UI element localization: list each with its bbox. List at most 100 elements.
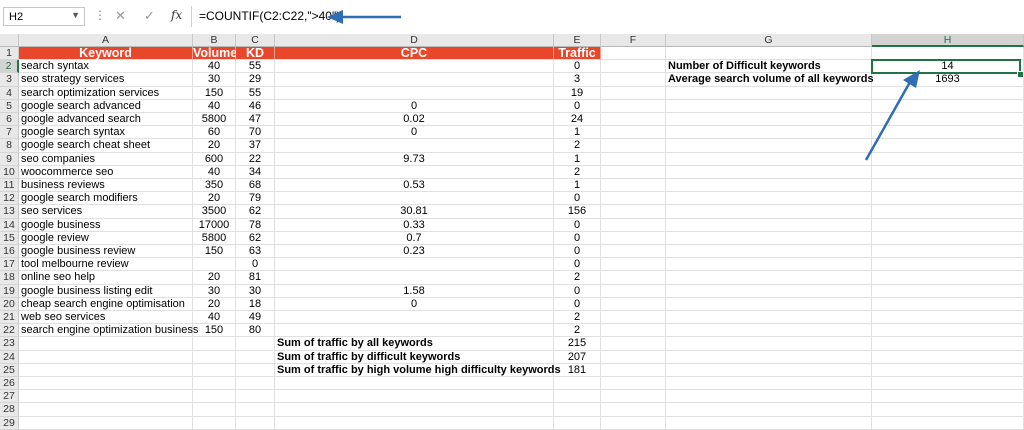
- cell-volume[interactable]: 30: [193, 73, 236, 87]
- cell-volume[interactable]: 17000: [193, 218, 236, 232]
- check-icon[interactable]: ✓: [144, 8, 155, 24]
- cell-volume[interactable]: 150: [193, 245, 236, 259]
- row-header-2[interactable]: 2: [0, 60, 19, 74]
- cell[interactable]: [554, 403, 601, 417]
- cell[interactable]: [872, 205, 1024, 219]
- cell[interactable]: [872, 377, 1024, 391]
- cell[interactable]: [236, 350, 275, 364]
- cell-kd[interactable]: 37: [236, 139, 275, 153]
- cell[interactable]: [601, 416, 666, 430]
- cell-keyword[interactable]: search engine optimization business: [19, 324, 198, 338]
- row-header-22[interactable]: 22: [0, 324, 19, 338]
- row-header-25[interactable]: 25: [0, 363, 19, 377]
- cell-cpc[interactable]: 0.23: [275, 245, 554, 259]
- cell[interactable]: [872, 363, 1024, 377]
- cell[interactable]: [601, 363, 666, 377]
- cell-kd[interactable]: 79: [236, 192, 275, 206]
- cell[interactable]: [666, 99, 872, 113]
- cell[interactable]: [601, 139, 666, 153]
- row-header-16[interactable]: 16: [0, 245, 19, 259]
- cell[interactable]: [601, 113, 666, 127]
- cell[interactable]: [666, 152, 872, 166]
- cell[interactable]: [601, 86, 666, 100]
- cell[interactable]: [666, 324, 872, 338]
- cell[interactable]: [601, 60, 666, 74]
- cell[interactable]: [666, 192, 872, 206]
- cell-cpc[interactable]: [275, 192, 554, 206]
- cell-traffic[interactable]: 0: [554, 218, 601, 232]
- row-header-18[interactable]: 18: [0, 271, 19, 285]
- cell[interactable]: [193, 363, 236, 377]
- cell-traffic[interactable]: 0: [554, 245, 601, 259]
- cell[interactable]: [601, 284, 666, 298]
- row-header-14[interactable]: 14: [0, 218, 19, 232]
- name-box[interactable]: H2 ▼: [3, 7, 85, 26]
- row-header-15[interactable]: 15: [0, 231, 19, 245]
- cell[interactable]: [666, 139, 872, 153]
- stat-label[interactable]: Average search volume of all keywords: [666, 73, 874, 87]
- cell[interactable]: [236, 390, 275, 404]
- cell-keyword[interactable]: search syntax: [19, 60, 193, 74]
- cell-kd[interactable]: 55: [236, 60, 275, 74]
- cell-cpc[interactable]: 9.73: [275, 152, 554, 166]
- summary-label[interactable]: Sum of traffic by all keywords: [275, 337, 554, 351]
- cell[interactable]: [19, 350, 193, 364]
- cell-volume[interactable]: 5800: [193, 113, 236, 127]
- cell-keyword[interactable]: google business listing edit: [19, 284, 193, 298]
- select-all-corner[interactable]: [0, 34, 19, 47]
- cell-cpc[interactable]: [275, 165, 554, 179]
- cell-kd[interactable]: 34: [236, 165, 275, 179]
- cell[interactable]: [872, 403, 1024, 417]
- cell-keyword[interactable]: seo services: [19, 205, 193, 219]
- cell-kd[interactable]: 63: [236, 245, 275, 259]
- cell-kd[interactable]: 78: [236, 218, 275, 232]
- cell-kd[interactable]: 55: [236, 86, 275, 100]
- cell[interactable]: [872, 271, 1024, 285]
- cell-kd[interactable]: 47: [236, 113, 275, 127]
- cell[interactable]: [236, 363, 275, 377]
- cell-volume[interactable]: 5800: [193, 231, 236, 245]
- cell-volume[interactable]: 20: [193, 192, 236, 206]
- cell-volume[interactable]: 600: [193, 152, 236, 166]
- summary-label[interactable]: Sum of traffic by high volume high diffi…: [275, 363, 561, 377]
- cell[interactable]: [601, 297, 666, 311]
- cell-cpc[interactable]: [275, 258, 554, 272]
- cell[interactable]: [666, 258, 872, 272]
- fill-handle[interactable]: [1017, 71, 1024, 79]
- cell-cpc[interactable]: 0: [275, 126, 554, 140]
- cell[interactable]: [601, 324, 666, 338]
- cell-kd[interactable]: 81: [236, 271, 275, 285]
- cell[interactable]: [872, 192, 1024, 206]
- formula-input[interactable]: =COUNTIF(C2:C22,">40"): [199, 9, 340, 23]
- cell-traffic[interactable]: 2: [554, 324, 601, 338]
- cell-keyword[interactable]: seo strategy services: [19, 73, 193, 87]
- cell[interactable]: [193, 337, 236, 351]
- cell[interactable]: [193, 377, 236, 391]
- cell[interactable]: [666, 284, 872, 298]
- row-header-27[interactable]: 27: [0, 390, 19, 404]
- cell[interactable]: [601, 165, 666, 179]
- cell-traffic[interactable]: 24: [554, 113, 601, 127]
- cell-cpc[interactable]: [275, 324, 554, 338]
- cell[interactable]: [666, 337, 872, 351]
- row-header-11[interactable]: 11: [0, 179, 19, 193]
- row-header-28[interactable]: 28: [0, 403, 19, 417]
- row-header-19[interactable]: 19: [0, 284, 19, 298]
- cell[interactable]: [193, 390, 236, 404]
- cell[interactable]: [601, 205, 666, 219]
- row-header-17[interactable]: 17: [0, 258, 19, 272]
- cell[interactable]: [601, 271, 666, 285]
- cell-traffic[interactable]: 0: [554, 60, 601, 74]
- cell-volume[interactable]: 60: [193, 126, 236, 140]
- cell-traffic[interactable]: 156: [554, 205, 601, 219]
- cell[interactable]: [275, 377, 554, 391]
- cell-keyword[interactable]: google business review: [19, 245, 193, 259]
- cell[interactable]: [601, 390, 666, 404]
- chevron-down-icon[interactable]: ▼: [71, 10, 80, 20]
- cell-traffic[interactable]: 3: [554, 73, 601, 87]
- cell-volume[interactable]: 20: [193, 297, 236, 311]
- row-header-20[interactable]: 20: [0, 297, 19, 311]
- cell[interactable]: [554, 390, 601, 404]
- cell-keyword[interactable]: google search advanced: [19, 99, 193, 113]
- cell[interactable]: [666, 297, 872, 311]
